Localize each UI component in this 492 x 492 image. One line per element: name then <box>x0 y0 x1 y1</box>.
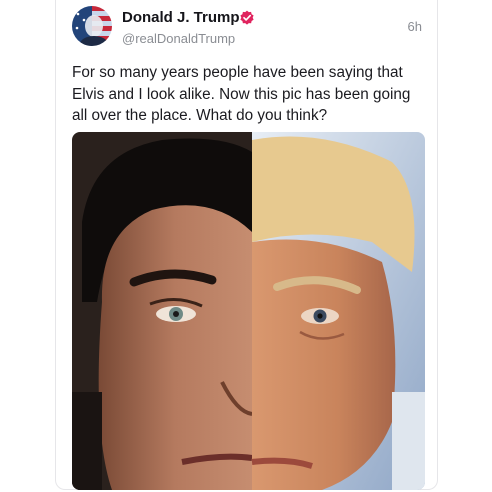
avatar-flag-icon <box>72 6 112 46</box>
verified-badge-icon <box>240 10 254 25</box>
display-name[interactable]: Donald J. Trump <box>122 9 240 26</box>
profile-avatar[interactable] <box>72 6 112 46</box>
user-handle[interactable]: @realDonaldTrump <box>122 31 235 46</box>
post-image[interactable] <box>72 132 425 490</box>
post-text: For so many years people have been sayin… <box>72 64 411 124</box>
post-timestamp[interactable]: 6h <box>408 19 422 34</box>
post-card[interactable]: Donald J. Trump @realDonaldTrump 6h For … <box>55 0 438 490</box>
split-face-photo <box>72 132 425 490</box>
